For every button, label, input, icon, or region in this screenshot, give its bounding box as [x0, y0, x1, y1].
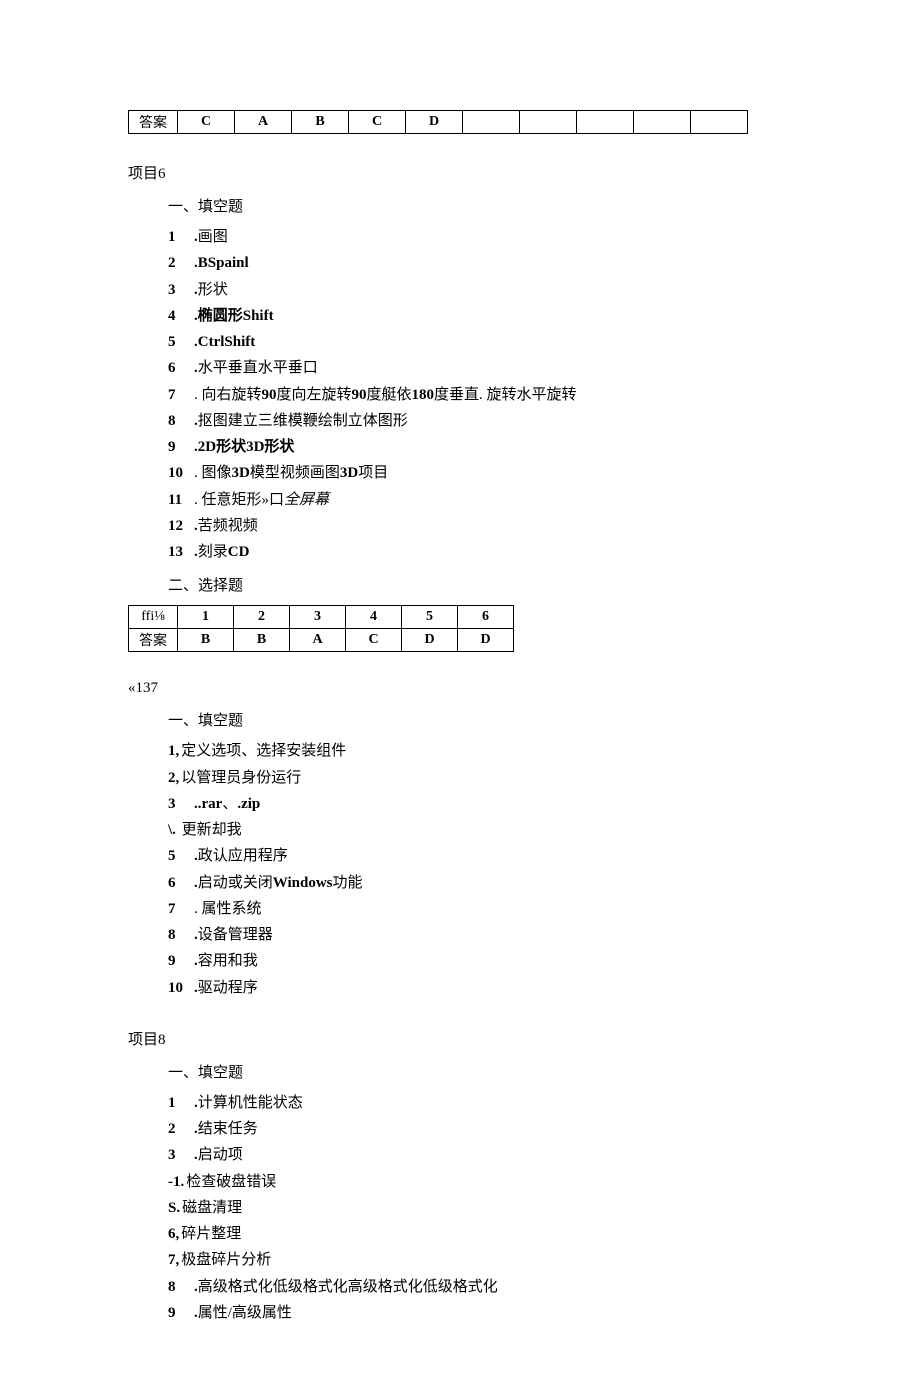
section6-sub2: 二、选择题 — [168, 574, 792, 595]
list-item: 6.启动或关闭Windows功能 — [168, 872, 792, 895]
table-row: 答案 B B A C D D — [129, 629, 514, 652]
answer-cell — [463, 111, 520, 134]
section7-sub1: 一、填空题 — [168, 709, 792, 730]
section7-fill-list: 1,定义选项、选择安装组件 2,以管理员身份运行 3..rar、.zip \. … — [168, 740, 792, 1000]
list-item: 1,定义选项、选择安装组件 — [168, 740, 792, 763]
list-item: 1.画图 — [168, 226, 792, 249]
section6-title: 项目6 — [128, 162, 792, 183]
list-item: 7. 属性系统 — [168, 898, 792, 921]
list-item: 8.高级格式化低级格式化高级格式化低级格式化 — [168, 1276, 792, 1299]
header-cell: 1 — [178, 606, 234, 629]
list-item: 12.苦频视频 — [168, 515, 792, 538]
list-item: 2.BSpainl — [168, 252, 792, 275]
answer-cell — [634, 111, 691, 134]
list-item: 8.抠图建立三维模鞭绘制立体图形 — [168, 410, 792, 433]
answer-cell — [577, 111, 634, 134]
answer-cell: C — [178, 111, 235, 134]
header-cell: 5 — [402, 606, 458, 629]
list-item: 11. 任意矩形»口全屏幕 — [168, 489, 792, 512]
list-item: 9.属性/高级属性 — [168, 1302, 792, 1325]
answer-cell: C — [346, 629, 402, 652]
list-item: -1.检查破盘错误 — [168, 1171, 792, 1194]
list-item: 1.计算机性能状态 — [168, 1092, 792, 1115]
list-item: 8.设备管理器 — [168, 924, 792, 947]
list-item: 9.容用和我 — [168, 950, 792, 973]
list-item: 7,极盘碎片分析 — [168, 1249, 792, 1272]
header-cell: 4 — [346, 606, 402, 629]
answer-cell: A — [290, 629, 346, 652]
answer-cell — [520, 111, 577, 134]
section8-title: 项目8 — [128, 1028, 792, 1049]
section6-sub1: 一、填空题 — [168, 195, 792, 216]
answer-cell: A — [235, 111, 292, 134]
list-item: S.磁盘清理 — [168, 1197, 792, 1220]
section8-sub1: 一、填空题 — [168, 1061, 792, 1082]
list-item: 10.驱动程序 — [168, 977, 792, 1000]
list-item: 5.CtrlShift — [168, 331, 792, 354]
header-label: ffi⅛ — [129, 606, 178, 629]
table-row: ffi⅛ 1 2 3 4 5 6 — [129, 606, 514, 629]
list-item: \. 更新却我 — [168, 819, 792, 842]
list-item: 10. 图像3D模型视频画图3D项目 — [168, 462, 792, 485]
row-label: 答案 — [129, 111, 178, 134]
list-item: 3.启动项 — [168, 1144, 792, 1167]
answer-cell — [691, 111, 748, 134]
answer-cell: C — [349, 111, 406, 134]
answer-cell: D — [458, 629, 514, 652]
header-cell: 6 — [458, 606, 514, 629]
document-page: 答案 C A B C D 项目6 一、填空题 1.画图 2.BSpainl 3.… — [0, 0, 920, 1395]
answer-cell: B — [234, 629, 290, 652]
header-cell: 2 — [234, 606, 290, 629]
section8-fill-list: 1.计算机性能状态 2.结束任务 3.启动项 -1.检查破盘错误 S.磁盘清理 … — [168, 1092, 792, 1325]
list-item: 7. 向右旋转90度向左旋转90度艇依180度垂直. 旋转水平旋转 — [168, 384, 792, 407]
list-item: 3..rar、.zip — [168, 793, 792, 816]
list-item: 2,以管理员身份运行 — [168, 767, 792, 790]
list-item: 6,碎片整理 — [168, 1223, 792, 1246]
list-item: 13.刻录CD — [168, 541, 792, 564]
header-cell: 3 — [290, 606, 346, 629]
answer-cell: D — [406, 111, 463, 134]
answer-cell: B — [178, 629, 234, 652]
list-item: 2.结束任务 — [168, 1118, 792, 1141]
top-answer-table: 答案 C A B C D — [128, 110, 748, 134]
list-item: 4.椭圆形Shift — [168, 305, 792, 328]
section6-fill-list: 1.画图 2.BSpainl 3.形状 4.椭圆形Shift 5.CtrlShi… — [168, 226, 792, 564]
list-item: 5.政认应用程序 — [168, 845, 792, 868]
list-item: 3.形状 — [168, 279, 792, 302]
answer-cell: D — [402, 629, 458, 652]
list-item: 6.水平垂直水平垂口 — [168, 357, 792, 380]
answer-cell: B — [292, 111, 349, 134]
section7-title: «137 — [128, 680, 792, 697]
section6-choice-table: ffi⅛ 1 2 3 4 5 6 答案 B B A C D D — [128, 605, 514, 652]
table-row: 答案 C A B C D — [129, 111, 748, 134]
row-label: 答案 — [129, 629, 178, 652]
list-item: 9.2D形状3D形状 — [168, 436, 792, 459]
